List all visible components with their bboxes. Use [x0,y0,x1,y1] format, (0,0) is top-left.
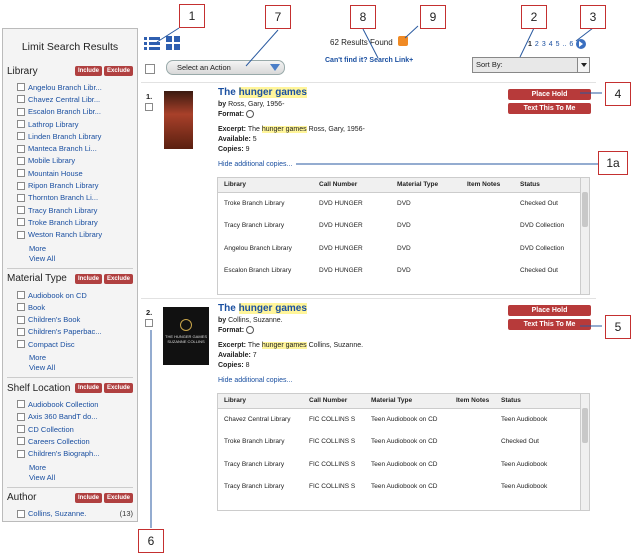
callout-label: 1 [179,4,205,28]
callout-label: 7 [265,5,291,29]
callout-label: 6 [138,529,164,553]
callout-label: 1a [598,151,628,175]
callout-lines [150,25,602,528]
callout-label: 9 [420,5,446,29]
callout-label: 8 [350,5,376,29]
callout-label: 5 [605,315,631,339]
callout-label: 4 [605,82,631,106]
callout-label: 2 [521,5,547,29]
callout-label: 3 [580,5,606,29]
